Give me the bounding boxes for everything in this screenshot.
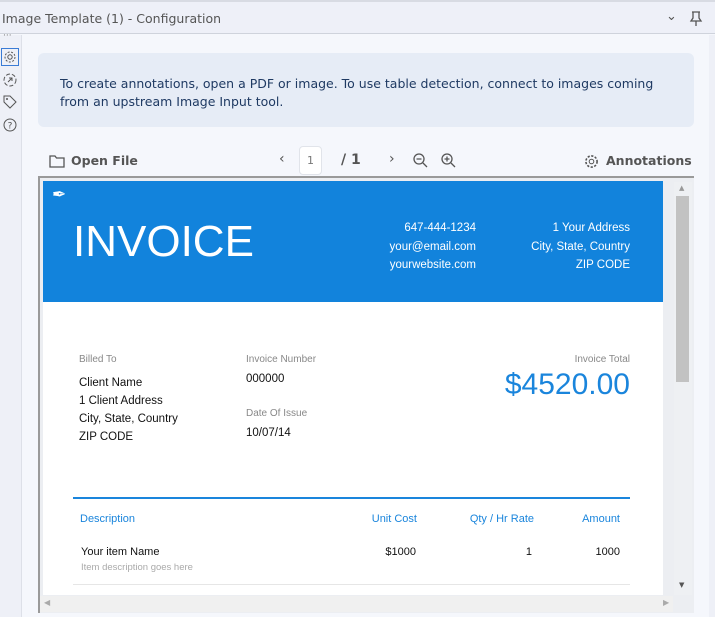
- invoice-total: $4520.00: [504, 368, 630, 401]
- zoom-in-icon[interactable]: [441, 153, 456, 168]
- scroll-down-icon[interactable]: ▼: [679, 581, 684, 589]
- zip: ZIP CODE: [575, 259, 630, 271]
- gear-icon[interactable]: [1, 48, 19, 66]
- item-qty: 1: [525, 546, 532, 558]
- date-of-issue: 10/07/14: [246, 427, 291, 439]
- col-description: Description: [80, 513, 136, 525]
- folder-icon: [49, 155, 65, 168]
- item-name: Your item Name: [81, 546, 160, 558]
- annotations-button[interactable]: Annotations: [606, 153, 692, 168]
- website: yourwebsite.com: [389, 259, 476, 271]
- side-rail: ··· ?: [0, 31, 22, 617]
- info-banner: To create annotations, open a PDF or ima…: [38, 53, 694, 127]
- scroll-right-icon[interactable]: ▶: [663, 598, 669, 607]
- invoice-number: 000000: [246, 373, 285, 385]
- billed-to-label: Billed To: [79, 354, 117, 365]
- prev-page-button[interactable]: ‹: [279, 151, 285, 167]
- client-city: City, State, Country: [79, 413, 178, 425]
- client-name: Client Name: [79, 377, 143, 389]
- help-icon[interactable]: ?: [1, 116, 19, 134]
- more-icon[interactable]: ···: [3, 31, 12, 41]
- client-zip: ZIP CODE: [79, 431, 134, 443]
- client-address: 1 Client Address: [79, 395, 163, 407]
- invoice-page: ✒ INVOICE 647-444-1234 your@email.com yo…: [43, 181, 663, 595]
- invoice-number-label: Invoice Number: [246, 354, 317, 365]
- next-page-button[interactable]: ›: [389, 151, 395, 167]
- date-label: Date Of Issue: [246, 408, 308, 419]
- divider: [73, 497, 630, 499]
- col-qty: Qty / Hr Rate: [469, 513, 534, 525]
- title-bar: Image Template (1) - Configuration ⌄: [0, 0, 715, 34]
- vertical-scrollbar[interactable]: ▲ ▼: [674, 182, 692, 595]
- output-icon[interactable]: [1, 71, 19, 89]
- right-edge: [709, 35, 715, 617]
- invoice-title: INVOICE: [73, 217, 254, 266]
- gear-icon[interactable]: [584, 154, 599, 169]
- scroll-left-icon[interactable]: ◀: [44, 598, 50, 607]
- col-amount: Amount: [582, 513, 620, 525]
- phone: 647-444-1234: [404, 222, 476, 234]
- address-line2: City, State, Country: [531, 240, 630, 253]
- address-line1: 1 Your Address: [552, 222, 630, 234]
- tag-icon[interactable]: [1, 93, 19, 111]
- open-file-button[interactable]: Open File: [71, 153, 138, 168]
- horizontal-scrollbar[interactable]: ◀ ▶: [40, 596, 673, 612]
- email: your@email.com: [389, 240, 476, 253]
- feather-logo-icon: ✒: [52, 185, 67, 205]
- scrollbar-thumb[interactable]: [676, 196, 689, 382]
- row-divider: [73, 584, 630, 585]
- zoom-out-icon[interactable]: [413, 153, 428, 168]
- item-amount: 1000: [595, 546, 620, 558]
- svg-text:?: ?: [8, 122, 13, 132]
- pin-icon[interactable]: [689, 11, 703, 27]
- item-unit-cost: $1000: [385, 546, 416, 558]
- page-total: / 1: [341, 152, 361, 168]
- invoice-total-label: Invoice Total: [574, 354, 630, 365]
- page-number-input[interactable]: 1: [299, 146, 322, 175]
- item-description: Item description goes here: [81, 562, 193, 573]
- invoice-header: ✒ INVOICE 647-444-1234 your@email.com yo…: [43, 181, 663, 302]
- window-title: Image Template (1) - Configuration: [2, 11, 222, 26]
- col-unit-cost: Unit Cost: [371, 513, 417, 525]
- chevron-down-icon[interactable]: ⌄: [666, 9, 677, 24]
- scroll-up-icon[interactable]: ▲: [679, 184, 684, 192]
